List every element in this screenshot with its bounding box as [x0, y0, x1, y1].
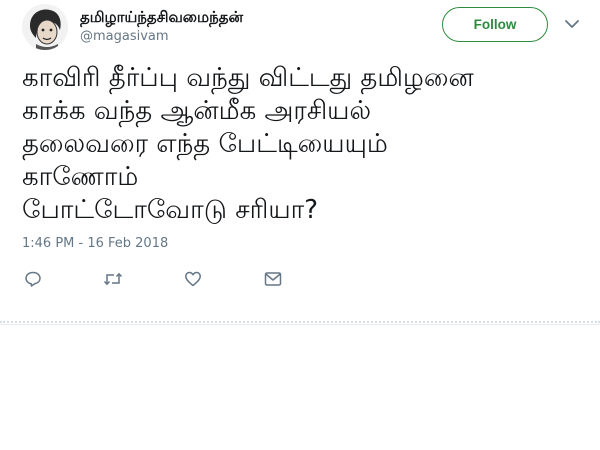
chevron-down-icon[interactable]	[564, 18, 580, 30]
tweet-text-line: காணோம்	[22, 162, 139, 192]
tweet-text-line: போட்டோவோடு சரியா?	[22, 195, 319, 225]
message-icon[interactable]	[262, 268, 284, 290]
tweet-text-line: தலைவரை எந்த பேட்டியையும்	[22, 129, 388, 159]
reply-icon[interactable]	[22, 268, 44, 290]
author-handle[interactable]: @magasivam	[80, 29, 169, 44]
tweet-text: காவிரி தீர்ப்பு வந்து விட்டது தமிழனை காக…	[22, 62, 582, 227]
author-avatar[interactable]	[22, 4, 68, 50]
avatar-icon	[22, 4, 68, 50]
tweet-text-line: காக்க வந்த ஆன்மீக அரசியல்	[22, 96, 372, 126]
like-icon[interactable]	[182, 268, 204, 290]
divider	[0, 321, 600, 325]
tweet-card: தமிழாய்ந்தசிவமைந்தன் @magasivam Follow க…	[0, 0, 600, 320]
tweet-text-line: காவிரி தீர்ப்பு வந்து விட்டது தமிழனை	[22, 63, 474, 93]
retweet-icon[interactable]	[102, 268, 124, 290]
tweet-timestamp[interactable]: 1:46 PM - 16 Feb 2018	[22, 236, 168, 251]
author-display-name[interactable]: தமிழாய்ந்தசிவமைந்தன்	[80, 8, 243, 28]
follow-button[interactable]: Follow	[442, 7, 548, 42]
